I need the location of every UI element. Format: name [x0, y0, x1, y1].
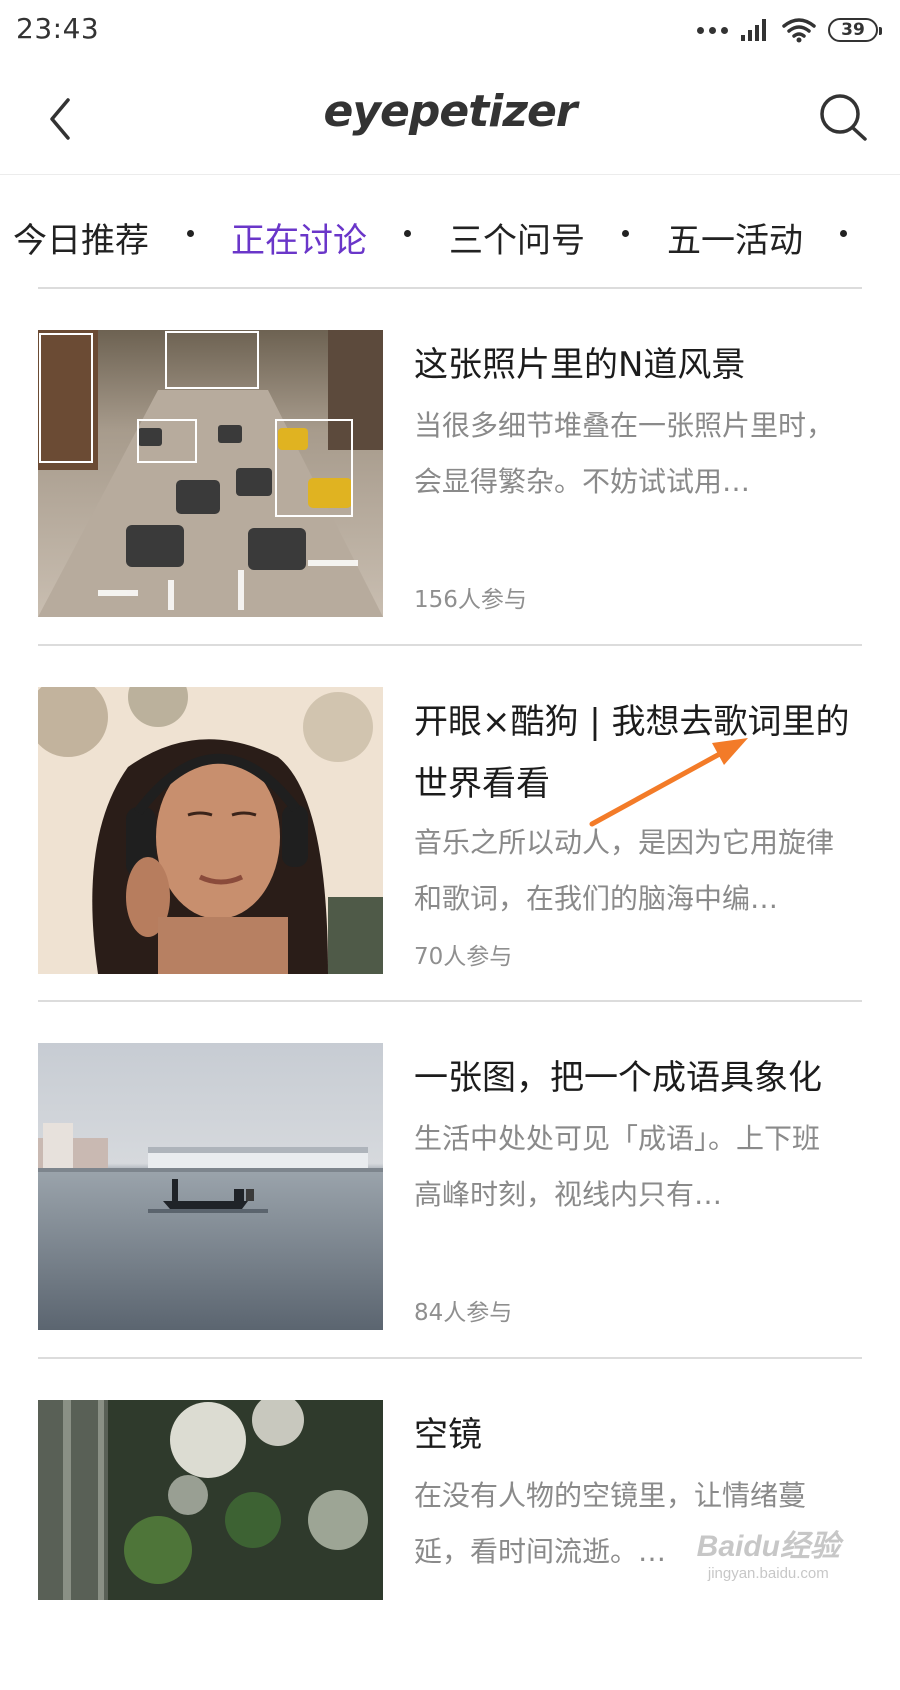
tab-separator-dot: [622, 230, 629, 237]
discussion-item[interactable]: 一张图，把一个成语具象化 生活中处处可见「成语」。上下班高峰时刻，视线内只有… …: [0, 1043, 900, 1333]
more-notifications-icon: [697, 26, 728, 34]
app-header: eyepetizer: [0, 64, 900, 175]
list-divider: [38, 644, 862, 646]
participant-count: 156人参与: [414, 587, 527, 613]
battery-icon: 39: [828, 18, 882, 42]
item-title: 一张图，把一个成语具象化: [414, 1058, 822, 1098]
tab-discussing[interactable]: 正在讨论: [231, 213, 367, 262]
list-divider: [38, 1000, 862, 1002]
tab-separator-dot: [840, 230, 847, 237]
participant-count: 70人参与: [414, 944, 513, 970]
participant-count: 84人参与: [414, 1300, 513, 1326]
search-button[interactable]: [818, 92, 870, 144]
item-title: 这张照片里的N道风景: [414, 345, 746, 385]
discussion-item[interactable]: 这张照片里的N道风景 当很多细节堆叠在一张照片里时，会显得繁杂。不妨试试用… 1…: [0, 330, 900, 620]
wifi-icon: [782, 18, 816, 43]
item-description: 当很多细节堆叠在一张照片里时，会显得繁杂。不妨试试用…: [414, 409, 835, 498]
item-description: 音乐之所以动人，是因为它用旋律和歌词，在我们的脑海中编…: [414, 826, 835, 915]
category-tabs: 今日推荐 正在讨论 三个问号 五一活动: [0, 175, 900, 289]
status-icons: 39: [697, 14, 882, 46]
status-time: 23:43: [16, 12, 100, 45]
lake-boat-thumbnail: [38, 1043, 383, 1330]
app-logo: eyepetizer: [323, 86, 578, 137]
tab-separator-dot: [404, 230, 411, 237]
item-title: 空镜: [414, 1415, 482, 1455]
tab-separator-dot: [187, 230, 194, 237]
item-title: 开眼×酷狗 | 我想去歌词里的世界看看: [414, 702, 850, 804]
status-bar: 23:43 39: [0, 0, 900, 64]
signal-icon: [741, 19, 766, 41]
street-photo-thumbnail: [38, 330, 383, 617]
tab-today-recommend[interactable]: 今日推荐: [13, 213, 149, 262]
list-divider: [38, 1357, 862, 1359]
tab-three-questions[interactable]: 三个问号: [449, 213, 585, 262]
discussion-item[interactable]: 开眼×酷狗 | 我想去歌词里的世界看看 音乐之所以动人，是因为它用旋律和歌词，在…: [0, 687, 900, 977]
baidu-watermark: Baidu经验 jingyan.baidu.com: [697, 1521, 840, 1582]
empty-shot-thumbnail: [38, 1400, 383, 1600]
headphones-portrait-thumbnail: [38, 687, 383, 974]
tab-may-day-event[interactable]: 五一活动: [667, 213, 803, 262]
search-icon: [820, 94, 867, 141]
item-description: 生活中处处可见「成语」。上下班高峰时刻，视线内只有…: [414, 1122, 821, 1211]
list-divider: [38, 287, 862, 289]
watermark-logo: Baidu经验: [696, 1530, 840, 1563]
watermark-url: jingyan.baidu.com: [707, 1565, 829, 1582]
